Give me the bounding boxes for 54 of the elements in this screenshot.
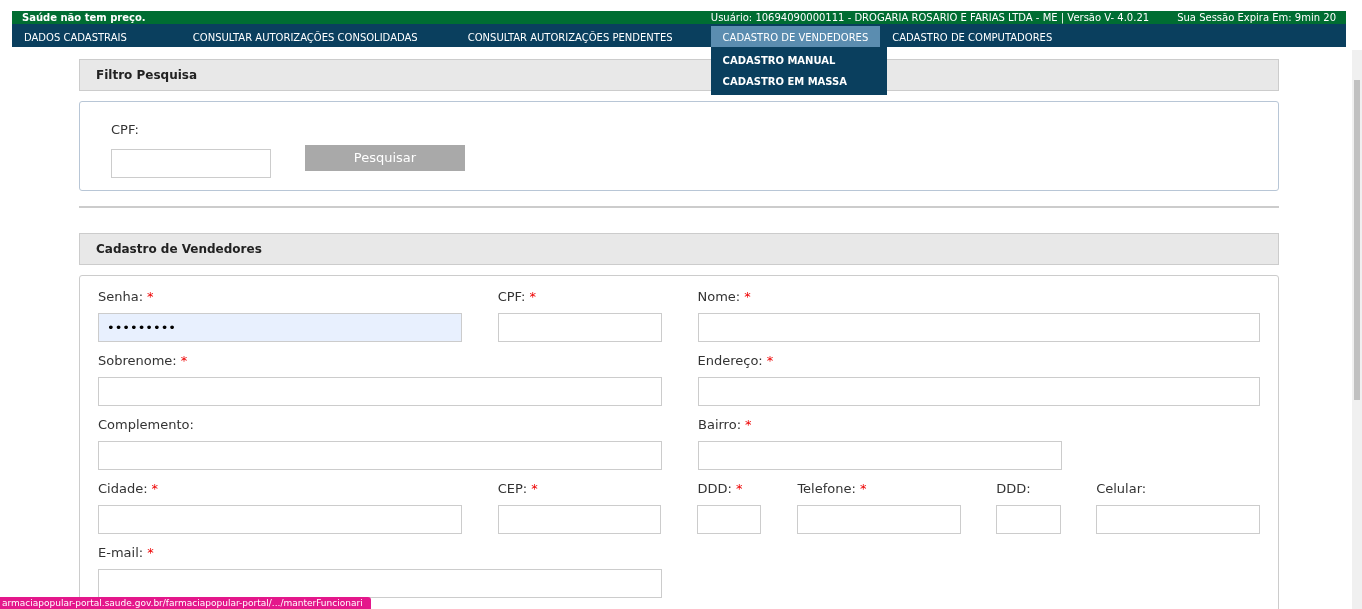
status-tooltip: armaciapopular-portal.saude.gov.br/farmaciapopular-portal/.../manterFuncionari — [0, 597, 371, 609]
field-label: Complemento: — [98, 416, 194, 435]
nav-tab[interactable]: CONSULTAR AUTORIZAÇÕES CONSOLIDADAS — [180, 26, 430, 49]
required-asterisk: * — [151, 480, 159, 499]
field-label: CPF: — [497, 288, 526, 307]
nav-tab[interactable]: CADASTRO DE COMPUTADORES — [880, 26, 1065, 49]
required-asterisk: * — [531, 480, 538, 499]
required-asterisk: * — [766, 352, 774, 371]
input-field[interactable] — [698, 441, 1062, 470]
input-field[interactable]: ••••••••• — [98, 313, 462, 342]
field-label: Bairro: — [698, 416, 741, 435]
scrollbar-thumb[interactable] — [1354, 80, 1360, 400]
input-field[interactable] — [497, 505, 662, 534]
menu-item[interactable]: CADASTRO MANUAL — [710, 50, 887, 71]
field-label: Nome: — [697, 288, 741, 307]
field-label: CEP: — [497, 480, 528, 499]
required-asterisk: * — [744, 288, 751, 307]
input-field[interactable] — [797, 505, 962, 534]
field-label: Endereço: — [697, 352, 763, 371]
input-field[interactable] — [1096, 505, 1260, 534]
field-label: DDD: — [697, 480, 732, 499]
field-label: Telefone: — [797, 480, 856, 499]
required-asterisk: * — [859, 480, 867, 499]
input-field[interactable] — [497, 313, 662, 342]
input-field[interactable] — [996, 505, 1062, 534]
required-asterisk: * — [735, 480, 743, 499]
input-field[interactable] — [697, 505, 762, 534]
input-field[interactable] — [697, 313, 1260, 342]
input-field[interactable] — [98, 569, 662, 598]
required-asterisk: * — [745, 416, 752, 435]
input-field[interactable] — [111, 149, 271, 178]
field-label: DDD: — [996, 480, 1031, 499]
nav-tab[interactable]: DADOS CADASTRAIS — [12, 26, 139, 49]
menu-item[interactable]: CADASTRO EM MASSA — [710, 71, 887, 92]
required-asterisk: * — [180, 352, 188, 371]
field-label: Senha: — [98, 288, 144, 307]
nav-tab[interactable]: CONSULTAR AUTORIZAÇÕES PENDENTES — [455, 26, 685, 49]
input-field[interactable] — [98, 505, 462, 534]
required-asterisk: * — [147, 288, 154, 307]
field-label: CPF: — [111, 120, 140, 139]
required-asterisk: * — [147, 544, 154, 563]
slogan: Saúde não tem preço. — [22, 11, 146, 25]
field-label: Sobrenome: — [98, 352, 177, 371]
field-label: E-mail: — [98, 544, 144, 563]
user-info: Usuário: 10694090000111 - DROGARIA ROSARIO E FARIAS LTDA - ME | Versão V- 4.0.21 — [710, 11, 1150, 25]
field-label: Cidade: — [98, 480, 148, 499]
input-field[interactable] — [697, 377, 1260, 406]
field-label: Celular: — [1096, 480, 1147, 499]
input-field[interactable] — [98, 441, 662, 470]
required-asterisk: * — [529, 288, 536, 307]
nav-tab[interactable]: CADASTRO DE VENDEDORES — [710, 26, 881, 49]
session-timer: Sua Sessão Expira Em: 9min 20 — [1177, 11, 1336, 25]
input-field[interactable] — [98, 377, 662, 406]
section-header: Cadastro de Vendedores — [79, 233, 1279, 265]
